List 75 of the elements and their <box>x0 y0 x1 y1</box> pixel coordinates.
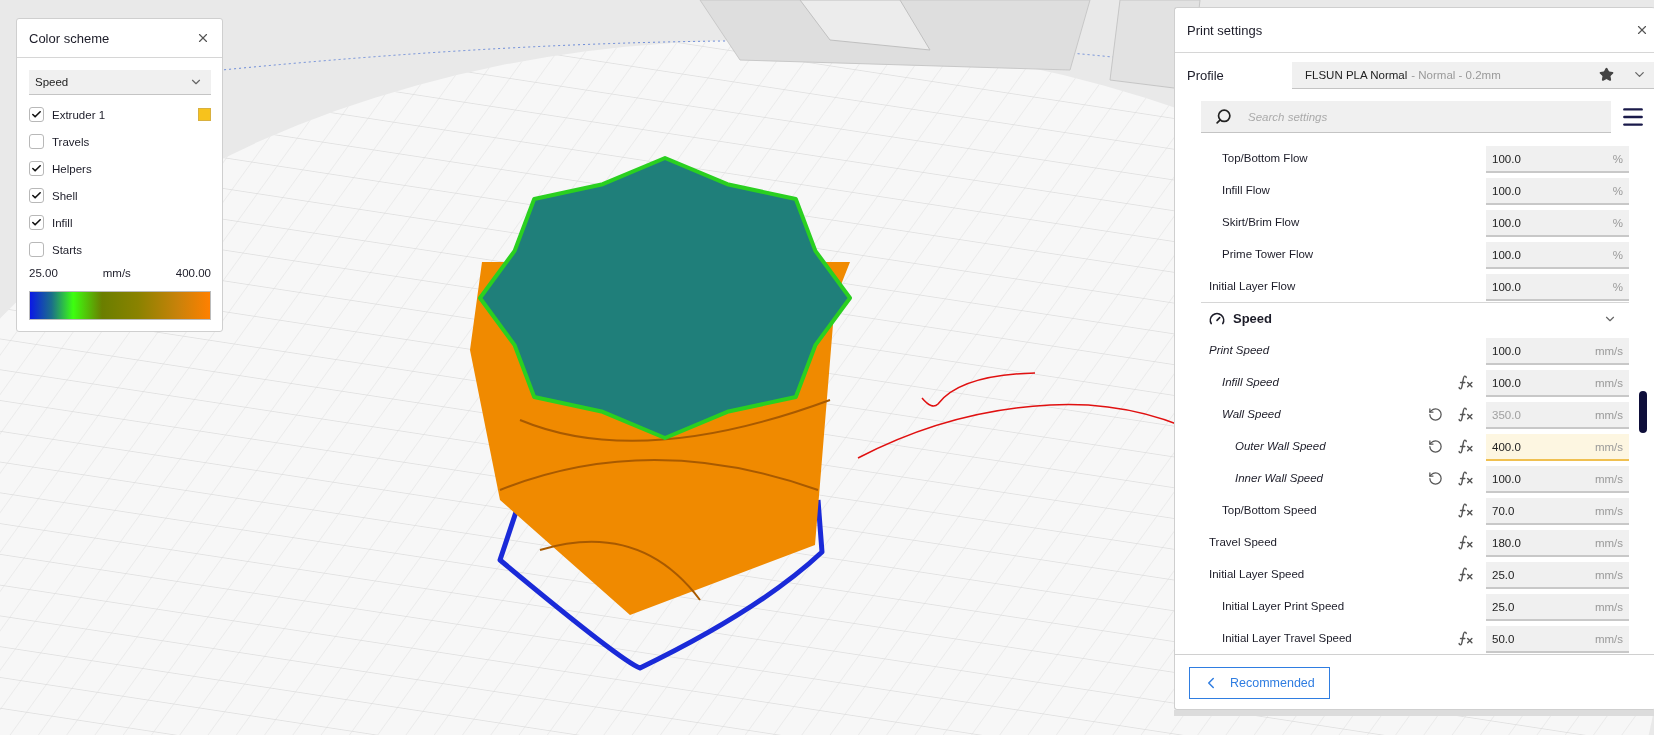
recommended-button[interactable]: Recommended <box>1189 667 1330 699</box>
panel-title: Print settings <box>1187 22 1263 38</box>
setting-label: Prime Tower Flow <box>1221 248 1315 260</box>
checkbox-label: Helpers <box>52 162 93 175</box>
setting-label: Initial Layer Print Speed <box>1221 600 1346 612</box>
checkbox-label: Infill <box>52 216 74 229</box>
setting-label: Wall Speed <box>1221 408 1282 420</box>
setting-field[interactable]: 100.0 mm/s <box>1486 370 1630 397</box>
setting-label: Initial Layer Travel Speed <box>1221 632 1353 644</box>
legend-min: 25.00 <box>29 267 58 281</box>
checkbox-label: Shell <box>52 189 79 202</box>
reset-icon[interactable] <box>1427 406 1443 422</box>
search-field[interactable]: Search settings <box>1201 101 1611 133</box>
setting-label: Print Speed <box>1208 344 1271 356</box>
function-icon[interactable] <box>1456 373 1474 391</box>
checkbox[interactable] <box>29 107 44 122</box>
reset-icon[interactable] <box>1427 438 1443 454</box>
checkbox[interactable] <box>29 161 44 176</box>
function-icon[interactable] <box>1456 533 1474 551</box>
setting-field[interactable]: 100.0 % <box>1486 146 1630 173</box>
check-icon <box>31 217 42 228</box>
setting-label: Travel Speed <box>1208 536 1278 548</box>
panel-title: Color scheme <box>29 30 110 46</box>
setting-field[interactable]: 100.0 % <box>1486 210 1630 237</box>
setting-field[interactable]: 100.0 % <box>1486 242 1630 269</box>
setting-field[interactable]: 50.0 mm/s <box>1486 626 1630 653</box>
resize-handle[interactable] <box>1174 710 1654 716</box>
check-icon <box>31 109 42 120</box>
setting-field[interactable]: 180.0 mm/s <box>1486 530 1630 557</box>
setting-field[interactable]: 70.0 mm/s <box>1486 498 1630 525</box>
setting-field[interactable]: 100.0 % <box>1486 178 1630 205</box>
close-button[interactable] <box>1635 23 1649 37</box>
function-icon[interactable] <box>1456 469 1474 487</box>
setting-label: Inner Wall Speed <box>1234 472 1324 484</box>
setting-field[interactable]: 100.0 mm/s <box>1486 338 1630 365</box>
legend-max: 400.00 <box>175 267 211 281</box>
setting-field[interactable]: 25.0 mm/s <box>1486 594 1630 621</box>
scrollbar-thumb[interactable] <box>1639 391 1648 433</box>
close-button[interactable] <box>196 31 210 45</box>
checkbox[interactable] <box>29 188 44 203</box>
setting-label: Initial Layer Speed <box>1208 568 1306 580</box>
gauge-icon <box>1209 310 1225 327</box>
setting-label: Skirt/Brim Flow <box>1221 216 1301 228</box>
legend-unit: mm/s <box>102 267 131 281</box>
check-icon <box>31 163 42 174</box>
function-icon[interactable] <box>1456 437 1474 455</box>
checkbox-label: Travels <box>52 135 91 148</box>
scheme-dropdown[interactable]: Speed <box>29 70 211 95</box>
search-input[interactable]: Search settings <box>1246 109 1611 124</box>
section-header[interactable]: Speed <box>1201 302 1630 334</box>
setting-field[interactable]: 100.0 % <box>1486 274 1630 301</box>
profile-label: Profile <box>1187 67 1225 83</box>
setting-label: Initial Layer Flow <box>1208 280 1297 292</box>
check-icon <box>31 190 42 201</box>
function-icon[interactable] <box>1456 565 1474 583</box>
setting-field[interactable]: 100.0 mm/s <box>1486 466 1630 493</box>
setting-label: Infill Speed <box>1221 376 1280 388</box>
checkbox-label: Starts <box>52 243 84 256</box>
function-icon[interactable] <box>1456 405 1474 423</box>
checkbox[interactable] <box>29 215 44 230</box>
setting-field[interactable]: 400.0 mm/s <box>1486 434 1630 461</box>
checkbox[interactable] <box>29 242 44 257</box>
setting-label: Top/Bottom Speed <box>1221 504 1318 516</box>
reset-icon[interactable] <box>1427 470 1443 486</box>
function-icon[interactable] <box>1456 629 1474 647</box>
checkbox[interactable] <box>29 134 44 149</box>
setting-label: Outer Wall Speed <box>1234 440 1327 452</box>
function-icon[interactable] <box>1456 501 1474 519</box>
setting-field[interactable]: 25.0 mm/s <box>1486 562 1630 589</box>
star-icon[interactable] <box>1599 67 1614 82</box>
setting-label: Infill Flow <box>1221 184 1271 196</box>
search-icon <box>1215 108 1232 125</box>
setting-label: Top/Bottom Flow <box>1221 152 1309 164</box>
checkbox-label: Extruder 1 <box>52 108 107 121</box>
profile-dropdown[interactable]: FLSUN PLA Normal - Normal - 0.2mm <box>1292 61 1654 89</box>
